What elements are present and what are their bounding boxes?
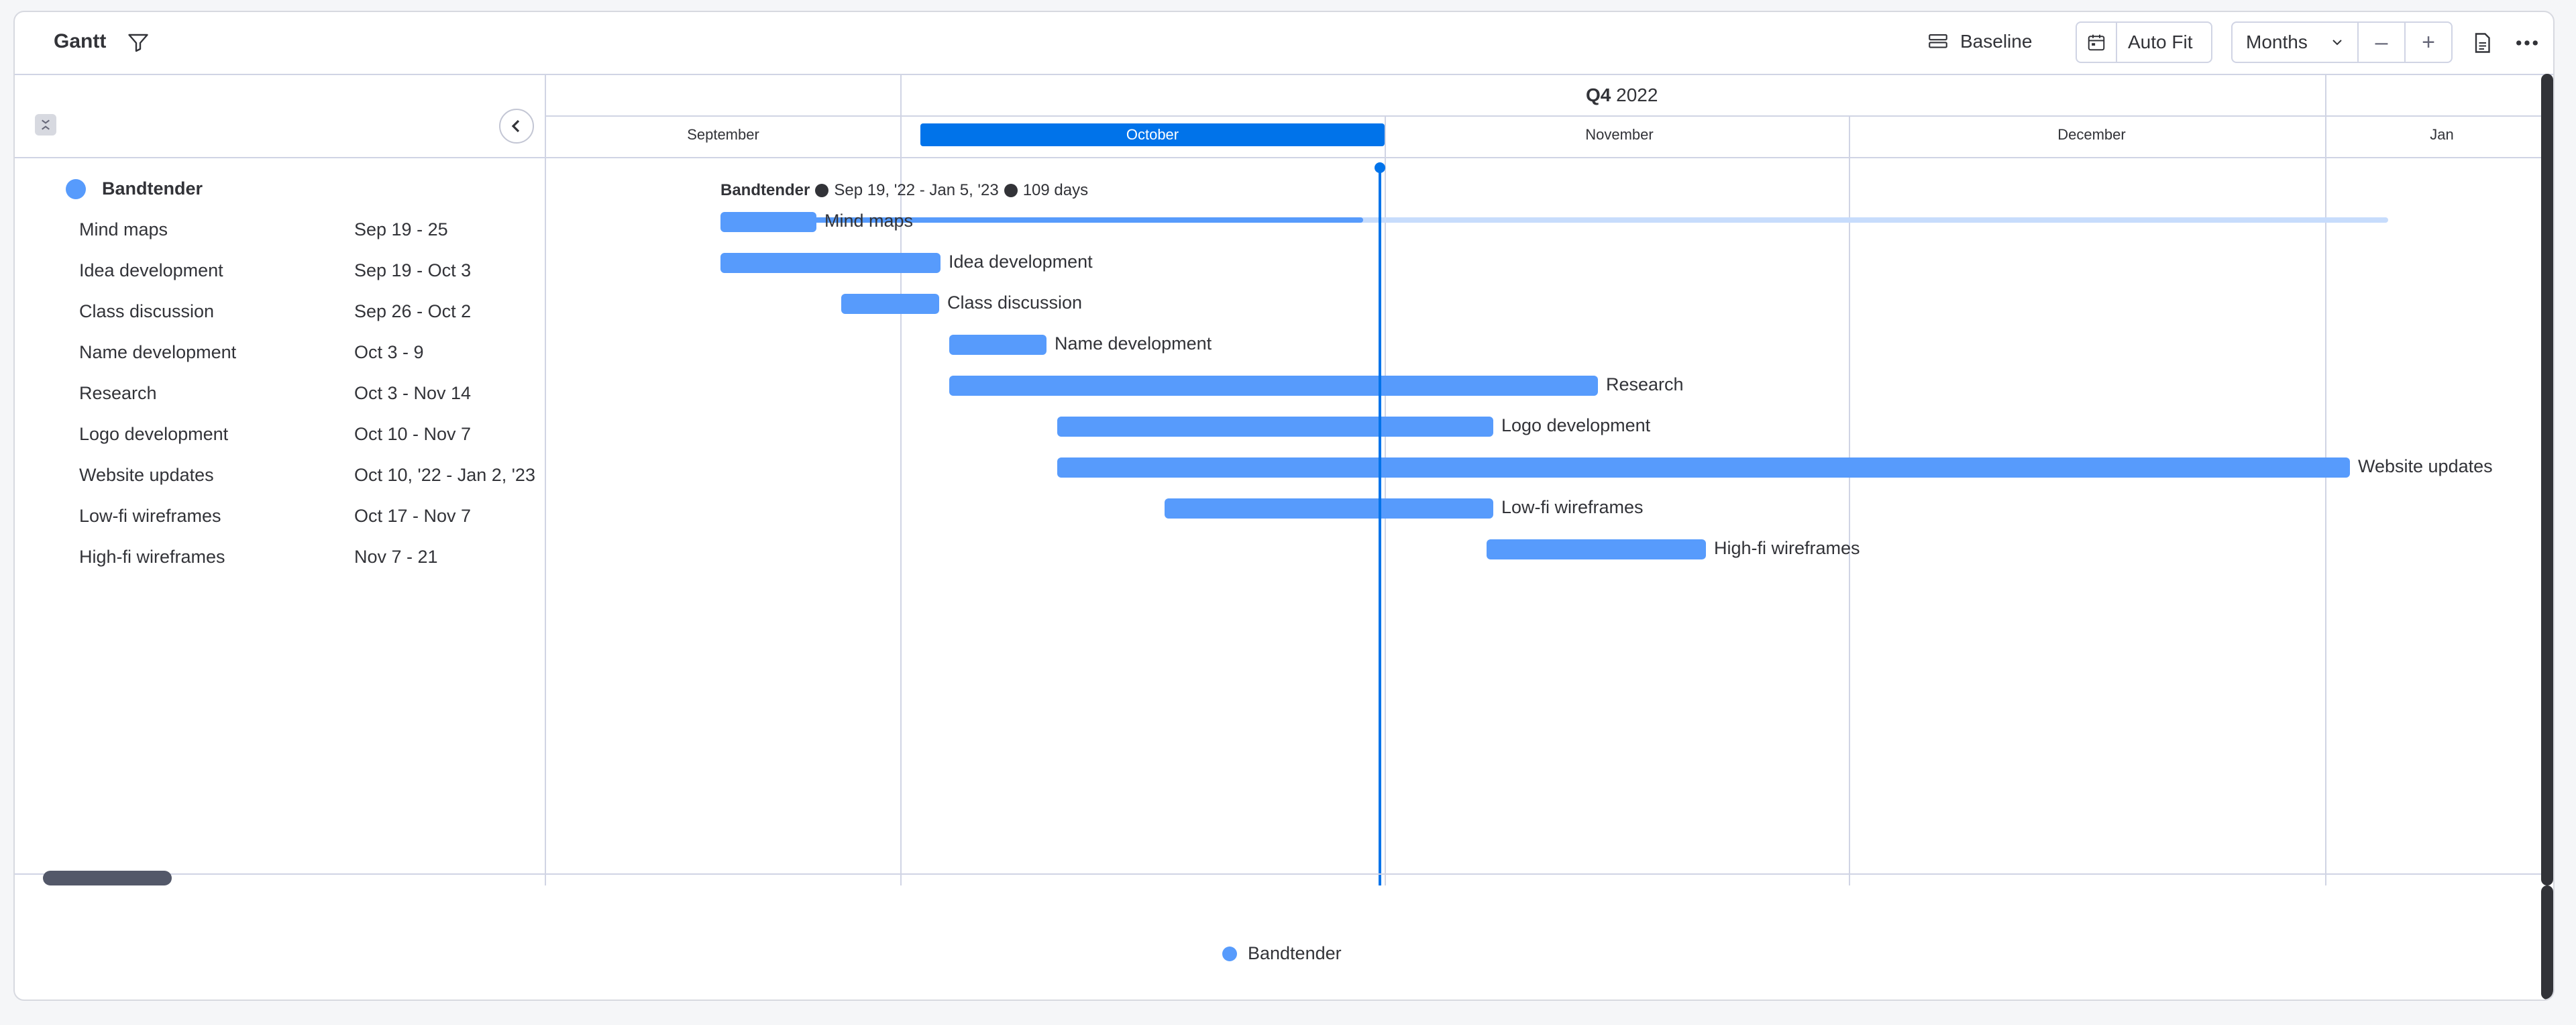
group-name: Bandtender xyxy=(102,178,203,199)
baseline-label: Baseline xyxy=(1960,31,2033,52)
zoom-controls: Months – + xyxy=(2231,21,2453,63)
group-color-dot xyxy=(66,178,86,199)
horizontal-scrollbar[interactable] xyxy=(43,871,172,885)
zoom-level-value: Months xyxy=(2246,32,2308,52)
baseline-icon xyxy=(1929,34,1947,48)
task-bar[interactable] xyxy=(949,376,1598,396)
task-dates: Sep 26 - Oct 2 xyxy=(354,301,472,321)
task-bar-label: Mind maps xyxy=(824,211,914,231)
task-bar-label: Class discussion xyxy=(947,292,1083,313)
task-bar[interactable] xyxy=(1057,417,1493,437)
vertical-scrollbar[interactable] xyxy=(2541,74,2553,885)
task-dates: Sep 19 - Oct 3 xyxy=(354,260,472,280)
task-name: Research xyxy=(79,383,157,403)
task-name: Idea development xyxy=(79,260,223,280)
task-row[interactable]: Research Oct 3 - Nov 14 xyxy=(79,383,535,410)
task-dates: Nov 7 - 21 xyxy=(354,547,438,567)
filter-icon[interactable] xyxy=(126,31,150,55)
gantt-chart: Q4 2022 September October November December… xyxy=(546,74,2553,885)
task-bar[interactable] xyxy=(1165,498,1493,519)
task-bar[interactable] xyxy=(720,253,941,273)
month-label: Jan xyxy=(2430,126,2454,143)
task-name: Logo development xyxy=(79,424,229,444)
task-row[interactable]: High-fi wireframes Nov 7 - 21 xyxy=(79,547,535,574)
task-row[interactable]: Mind maps Sep 19 - 25 xyxy=(79,219,535,246)
task-name: Mind maps xyxy=(79,219,168,239)
task-bar[interactable] xyxy=(720,212,816,232)
separator-dot xyxy=(1004,184,1018,197)
autofit-label: Auto Fit xyxy=(2128,32,2193,52)
task-row[interactable]: Website updates Oct 10, '22 - Jan 2, '23 xyxy=(79,465,535,492)
export-icon[interactable] xyxy=(2470,30,2494,56)
collapse-all-icon[interactable] xyxy=(35,114,56,136)
baseline-button[interactable]: Baseline xyxy=(1927,24,2032,59)
group-summary-label: Bandtender Sep 19, '22 - Jan 5, '23 109 … xyxy=(720,181,1089,199)
task-name: Low-fi wireframes xyxy=(79,506,221,526)
task-bar-label: Research xyxy=(1606,374,1684,394)
today-marker-dot xyxy=(1375,162,1385,173)
task-bar-label: Website updates xyxy=(2358,456,2493,476)
task-row[interactable]: Class discussion Sep 26 - Oct 2 xyxy=(79,301,535,328)
calendar-icon xyxy=(2077,23,2117,62)
widget-title: Gantt xyxy=(54,30,107,52)
task-bar-label: High-fi wireframes xyxy=(1714,538,1860,558)
task-name: Class discussion xyxy=(79,301,215,321)
chevron-left-icon xyxy=(511,119,520,133)
task-dates: Oct 10, '22 - Jan 2, '23 xyxy=(354,465,535,485)
task-name: High-fi wireframes xyxy=(79,547,225,567)
task-row[interactable]: Low-fi wireframes Oct 17 - Nov 7 xyxy=(79,506,535,533)
task-bar-label: Idea development xyxy=(949,252,1093,272)
month-label: September xyxy=(687,126,759,143)
more-options-icon[interactable] xyxy=(2512,30,2542,56)
task-row[interactable]: Idea development Sep 19 - Oct 3 xyxy=(79,260,535,287)
task-name: Name development xyxy=(79,342,237,362)
task-bar-label: Logo development xyxy=(1501,415,1651,435)
task-dates: Oct 10 - Nov 7 xyxy=(354,424,472,444)
zoom-level-select[interactable]: Months xyxy=(2233,23,2359,62)
task-list-pane: Bandtender Mind maps Sep 19 - 25 Idea deve… xyxy=(15,74,546,885)
collapse-pane-button[interactable] xyxy=(499,109,534,144)
task-name: Website updates xyxy=(79,465,214,485)
group-header[interactable]: Bandtender xyxy=(66,178,203,199)
today-marker-line xyxy=(1379,168,1381,885)
task-dates: Oct 3 - 9 xyxy=(354,342,424,362)
gantt-widget: Gantt Baseline Auto Fit Months – + Bandt… xyxy=(13,11,2555,1001)
month-grid-line xyxy=(2325,74,2326,885)
toolbar: Gantt Baseline Auto Fit Months – + xyxy=(15,12,2553,75)
month-label: October xyxy=(1126,126,1179,143)
task-bar-label: Low-fi wireframes xyxy=(1501,497,1644,517)
task-dates: Oct 3 - Nov 14 xyxy=(354,383,472,403)
legend: Bandtender xyxy=(1222,943,1342,964)
month-label: November xyxy=(1585,126,1654,143)
chart-bottom-border xyxy=(15,873,2553,875)
quarter-header: Q4 2022 xyxy=(546,74,2553,117)
zoom-out-button[interactable]: – xyxy=(2359,23,2404,62)
task-dates: Oct 17 - Nov 7 xyxy=(354,506,472,526)
autofit-button[interactable]: Auto Fit xyxy=(2076,21,2212,63)
quarter-label: Q4 2022 xyxy=(1586,85,1658,105)
zoom-in-button[interactable]: + xyxy=(2404,23,2451,62)
legend-color-dot xyxy=(1222,946,1237,961)
separator-dot xyxy=(815,184,829,197)
task-bar[interactable] xyxy=(1487,539,1706,559)
legend-scrollbar[interactable] xyxy=(2541,885,2553,1000)
chevron-down-icon xyxy=(2332,40,2342,46)
task-bar[interactable] xyxy=(949,335,1046,355)
task-bar[interactable] xyxy=(1057,457,2350,478)
group-summary-bar-progress xyxy=(720,217,1363,223)
month-grid-line xyxy=(1849,115,1850,885)
task-list-header xyxy=(15,74,545,158)
task-row[interactable]: Logo development Oct 10 - Nov 7 xyxy=(79,424,535,451)
task-row[interactable]: Name development Oct 3 - 9 xyxy=(79,342,535,369)
task-bar[interactable] xyxy=(841,294,939,314)
month-label: December xyxy=(2057,126,2126,143)
task-dates: Sep 19 - 25 xyxy=(354,219,448,239)
task-bar-label: Name development xyxy=(1055,333,1212,354)
legend-label: Bandtender xyxy=(1248,943,1342,963)
